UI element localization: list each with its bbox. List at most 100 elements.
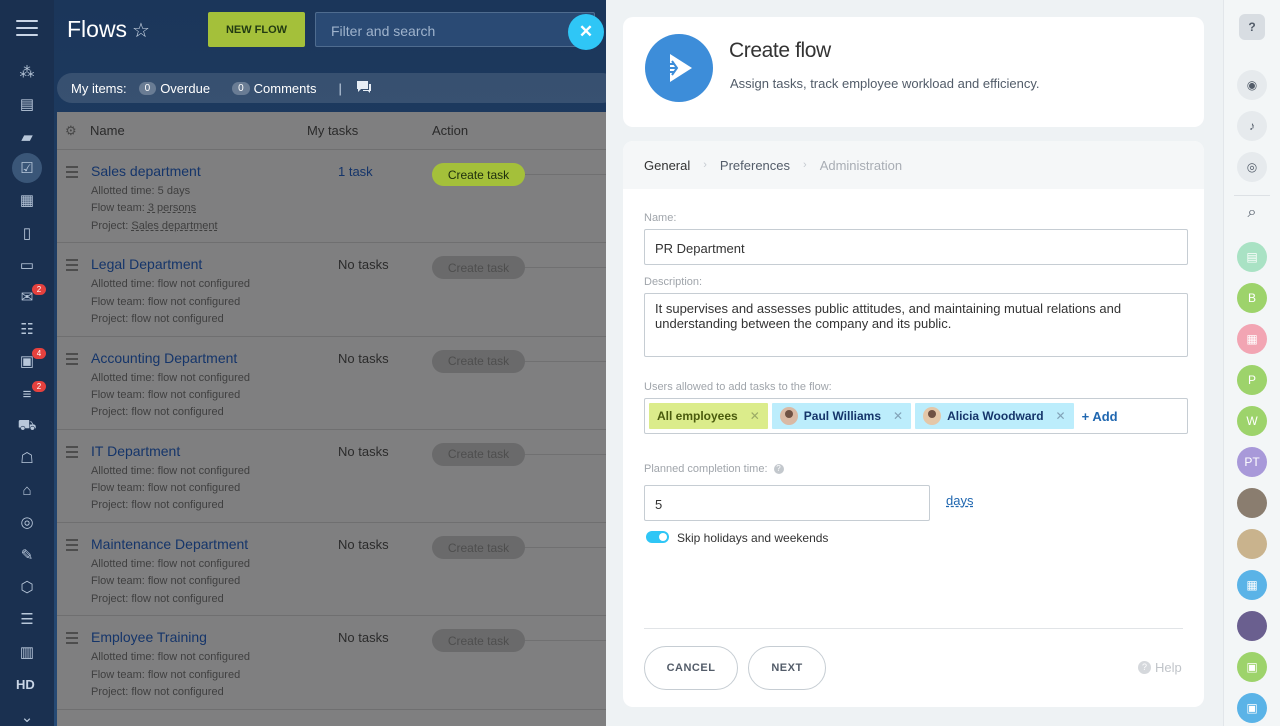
- chat-icon[interactable]: ▰: [16, 126, 38, 148]
- menu-icon[interactable]: [16, 20, 38, 36]
- comments-counter[interactable]: 0 Comments: [232, 81, 316, 96]
- create-task-button[interactable]: Create task: [432, 163, 525, 186]
- my-items-label: My items:: [71, 80, 127, 96]
- target-icon[interactable]: ◎: [16, 511, 38, 533]
- column-action[interactable]: Action: [432, 123, 468, 138]
- flows-icon[interactable]: ☑: [12, 153, 42, 183]
- remove-icon[interactable]: ✕: [1056, 409, 1066, 423]
- drag-handle-icon[interactable]: [66, 632, 78, 647]
- drag-handle-icon[interactable]: [66, 352, 78, 368]
- tasks-icon[interactable]: ▤: [16, 93, 38, 115]
- team-value: flow not configured: [147, 482, 241, 495]
- chat-avatar-w[interactable]: W: [1237, 406, 1267, 436]
- copilot-icon[interactable]: ◉: [1237, 70, 1267, 100]
- groups-icon[interactable]: ☷: [16, 318, 38, 340]
- name-field[interactable]: PR Department: [644, 229, 1188, 265]
- team-value[interactable]: 3 persons: [148, 202, 196, 214]
- table-row[interactable]: Employee Training Allotted time: flow not…: [57, 616, 606, 710]
- docs-icon[interactable]: ▯: [16, 222, 38, 244]
- flow-meta: Allotted time: flow not configured Flow t…: [91, 556, 250, 608]
- overdue-counter[interactable]: 0 Overdue: [138, 81, 210, 96]
- question-icon[interactable]: ?: [773, 464, 784, 475]
- table-row[interactable]: Legal Department Allotted time: flow not …: [57, 243, 606, 337]
- help-icon[interactable]: ?: [1239, 14, 1265, 40]
- chat-avatar-p[interactable]: P: [1237, 365, 1267, 395]
- drive-icon[interactable]: ▭: [16, 254, 38, 276]
- skip-holidays-toggle[interactable]: [646, 531, 669, 543]
- remove-icon[interactable]: ✕: [750, 409, 760, 423]
- flow-name-link[interactable]: Legal Department: [91, 256, 202, 272]
- help-link[interactable]: ? Help: [1138, 660, 1182, 675]
- my-tasks-value[interactable]: 1 task: [338, 164, 373, 179]
- search-input[interactable]: Filter and search: [315, 12, 595, 47]
- feed-icon[interactable]: ⁂: [16, 61, 38, 83]
- flow-name-link[interactable]: Maintenance Department: [91, 536, 248, 552]
- create-task-button[interactable]: Create task: [432, 536, 525, 560]
- search-icon[interactable]: ⌕: [1237, 198, 1267, 228]
- analytics-icon[interactable]: ▥: [16, 641, 38, 663]
- user-chip-paul[interactable]: Paul Williams ✕: [771, 403, 912, 429]
- robot-icon[interactable]: ☖: [16, 447, 38, 469]
- chat-avatar-card[interactable]: ▣: [1237, 693, 1267, 723]
- chat-avatar-photo[interactable]: [1237, 529, 1267, 559]
- table-row[interactable]: Accounting Department Allotted time: flow…: [57, 337, 606, 430]
- create-task-button[interactable]: Create task: [432, 629, 525, 653]
- flow-name-link[interactable]: Sales department: [91, 163, 201, 179]
- description-field[interactable]: It supervises and assesses public attitu…: [644, 293, 1188, 357]
- flow-name-link[interactable]: Employee Training: [91, 629, 207, 645]
- gear-icon[interactable]: ⚙: [65, 123, 77, 139]
- drag-handle-icon[interactable]: [66, 259, 78, 274]
- sign-icon[interactable]: ✎: [16, 544, 38, 566]
- chat-avatar-green[interactable]: ▤: [1237, 242, 1267, 272]
- chat-bubble-icon[interactable]: [356, 80, 372, 97]
- column-name[interactable]: Name: [90, 123, 125, 138]
- user-chip-all[interactable]: All employees ✕: [649, 403, 768, 429]
- chat-avatar-b[interactable]: B: [1237, 283, 1267, 313]
- chat-avatar-pt[interactable]: PT: [1237, 447, 1267, 477]
- close-panel-button[interactable]: ✕: [568, 14, 604, 50]
- star-icon[interactable]: ☆: [132, 18, 150, 43]
- bell-icon[interactable]: ♪: [1237, 111, 1267, 141]
- flow-name-link[interactable]: Accounting Department: [91, 350, 237, 366]
- user-chip-alicia[interactable]: Alicia Woodward ✕: [915, 403, 1074, 429]
- chat-avatar-calendar[interactable]: ▦: [1237, 324, 1267, 354]
- chat-avatar-photo[interactable]: [1237, 611, 1267, 641]
- flow-name-link[interactable]: IT Department: [91, 443, 180, 459]
- calendar-icon[interactable]: ▦: [16, 189, 38, 211]
- helpdesk-label[interactable]: HD: [16, 677, 35, 692]
- drag-handle-icon[interactable]: [66, 445, 78, 461]
- allotted-value: 5 days: [157, 185, 191, 197]
- chat-avatar-calendar[interactable]: ▦: [1237, 570, 1267, 600]
- next-button[interactable]: NEXT: [748, 646, 826, 690]
- messages-icon[interactable]: ◎: [1237, 152, 1267, 182]
- new-flow-button[interactable]: NEW FLOW: [208, 12, 305, 47]
- create-task-button[interactable]: Create task: [432, 442, 525, 466]
- allotted-line: Allotted time: flow not configured: [91, 649, 250, 666]
- column-my-tasks[interactable]: My tasks: [307, 123, 358, 138]
- drag-handle-icon[interactable]: [66, 539, 78, 554]
- table-row[interactable]: IT Department Allotted time: flow not con…: [57, 430, 606, 524]
- users-selector[interactable]: All employees ✕ Paul Williams ✕ Alicia Woo…: [644, 398, 1188, 434]
- allotted-label: Allotted time:: [91, 464, 155, 477]
- cancel-button[interactable]: CANCEL: [644, 646, 738, 690]
- chat-avatar-photo[interactable]: [1237, 488, 1267, 518]
- create-task-button[interactable]: Create task: [432, 256, 525, 280]
- tab-preferences[interactable]: Preferences: [720, 158, 790, 173]
- drag-handle-icon[interactable]: [66, 166, 78, 181]
- bank-icon[interactable]: ⌂: [16, 479, 38, 501]
- add-user-button[interactable]: + Add: [1082, 409, 1118, 424]
- table-row[interactable]: Maintenance Department Allotted time: flo…: [57, 523, 606, 617]
- chat-avatar-card[interactable]: ▣: [1237, 652, 1267, 682]
- more-icon[interactable]: ⌄: [16, 706, 38, 726]
- box-icon[interactable]: ⬡: [16, 576, 38, 598]
- completion-field[interactable]: 5: [644, 485, 930, 521]
- days-selector[interactable]: days: [946, 493, 973, 508]
- remove-icon[interactable]: ✕: [893, 409, 903, 423]
- tab-administration[interactable]: Administration: [820, 158, 902, 173]
- tab-general[interactable]: General: [644, 158, 690, 173]
- cart-icon[interactable]: ⛟: [16, 415, 38, 437]
- table-row[interactable]: Sales department Allotted time: 5 days Flo…: [57, 150, 606, 244]
- checklist-icon[interactable]: ☰: [16, 608, 38, 630]
- create-task-button[interactable]: Create task: [432, 349, 525, 373]
- project-value[interactable]: Sales department: [131, 220, 217, 232]
